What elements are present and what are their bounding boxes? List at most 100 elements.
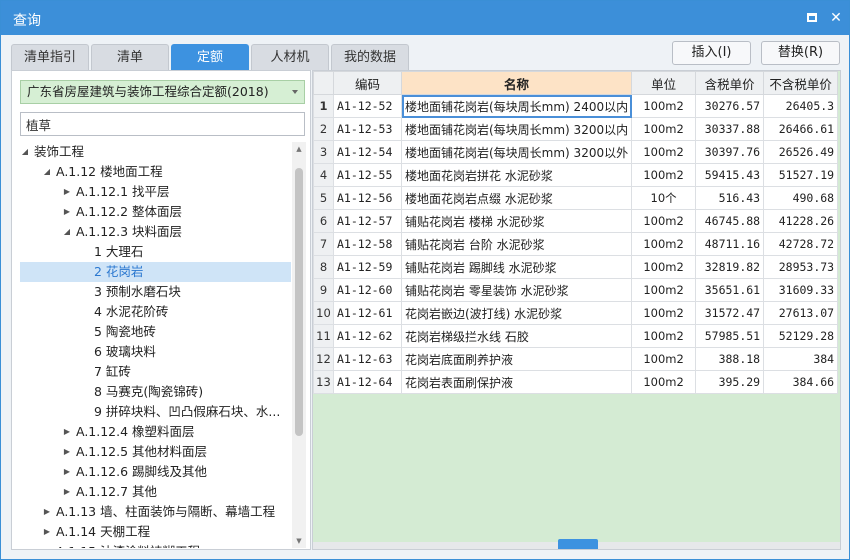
tree-item[interactable]: 2 花岗岩 [20,262,291,282]
tree-item[interactable]: ▶ A.1.12.5 其他材料面层 [20,442,291,462]
notax-price-cell[interactable]: 384.66 [763,370,839,394]
name-cell[interactable]: 铺贴花岗岩 零星装饰 水泥砂浆 [400,278,633,302]
column-header-tax-price[interactable]: 含税单价 [695,71,765,95]
column-header-name[interactable]: 名称 [400,71,633,95]
tree-item[interactable]: 6 玻璃块料 [20,342,291,362]
tree-item[interactable]: ◢ 装饰工程 [20,142,291,162]
tax-price-cell[interactable]: 35651.61 [695,278,765,302]
code-cell[interactable]: A1-12-53 [333,117,402,141]
tab-bill[interactable]: 清单 [91,44,169,70]
column-header-notax-price[interactable]: 不含税单价 [763,71,839,95]
notax-price-cell[interactable]: 42728.72 [763,232,839,256]
row-number[interactable]: 11 [313,324,334,348]
tree-item[interactable]: ▶ A.1.12.2 整体面层 [20,202,291,222]
table-row[interactable]: 5 A1-12-56 楼地面花岗岩点缀 水泥砂浆 10个 516.43 490.68 [313,186,839,210]
tree-item[interactable]: 8 马赛克(陶瓷锦砖) [20,382,291,402]
code-cell[interactable]: A1-12-61 [333,301,402,325]
table-row[interactable]: 1 A1-12-52 楼地面铺花岗岩(每块周长mm) 2400以内 100m2 3027… [313,94,839,118]
notax-price-cell[interactable]: 26466.61 [763,117,839,141]
name-cell[interactable]: 花岗岩嵌边(波打线) 水泥砂浆 [400,301,633,325]
unit-cell[interactable]: 100m2 [631,232,697,256]
expanded-triangle-icon[interactable]: ◢ [20,142,30,162]
tree-item[interactable]: 7 缸砖 [20,362,291,382]
name-cell[interactable]: 楼地面花岗岩点缀 水泥砂浆 [400,186,633,210]
notax-price-cell[interactable]: 51527.19 [763,163,839,187]
tax-price-cell[interactable]: 59415.43 [695,163,765,187]
splitter-handle[interactable] [558,539,598,549]
code-cell[interactable]: A1-12-56 [333,186,402,210]
name-cell[interactable]: 花岗岩表面刷保护液 [400,370,633,394]
code-cell[interactable]: A1-12-52 [333,94,402,118]
tree-item[interactable]: ▶ A.1.12.1 找平层 [20,182,291,202]
tree-item[interactable]: 9 拼碎块料、凹凸假麻石块、水... [20,402,291,422]
name-cell[interactable]: 楼地面铺花岗岩(每块周长mm) 3200以内 [400,117,633,141]
tree-item[interactable]: ▶ A.1.12.6 踢脚线及其他 [20,462,291,482]
row-number[interactable]: 9 [313,278,334,302]
row-number[interactable]: 1 [313,94,334,118]
code-cell[interactable]: A1-12-54 [333,140,402,164]
expanded-triangle-icon[interactable]: ◢ [42,162,52,182]
code-cell[interactable]: A1-12-60 [333,278,402,302]
tree-item[interactable]: ▶ A.1.12.7 其他 [20,482,291,502]
table-row[interactable]: 13 A1-12-64 花岗岩表面刷保护液 100m2 395.29 384.66 [313,370,839,394]
table-row[interactable]: 2 A1-12-53 楼地面铺花岗岩(每块周长mm) 3200以内 100m2 3033… [313,117,839,141]
row-number[interactable]: 8 [313,255,334,279]
tree-scrollbar[interactable]: ▲ ▼ [292,142,306,548]
search-input[interactable] [20,112,305,136]
name-cell[interactable]: 楼地面花岗岩拼花 水泥砂浆 [400,163,633,187]
close-button[interactable]: ✕ [827,9,845,27]
grid-horizontal-scrollbar[interactable] [313,539,840,549]
library-select[interactable]: 广东省房屋建筑与装饰工程综合定额(2018) [20,80,305,104]
notax-price-cell[interactable]: 384 [763,347,839,371]
tab-quota[interactable]: 定额 [171,44,249,70]
name-cell[interactable]: 铺贴花岗岩 台阶 水泥砂浆 [400,232,633,256]
tax-price-cell[interactable]: 31572.47 [695,301,765,325]
tree-item[interactable]: ▶ A.1.12.4 橡塑料面层 [20,422,291,442]
tree-item[interactable]: ▶ A.1.13 墙、柱面装饰与隔断、幕墙工程 [20,502,291,522]
name-cell[interactable]: 花岗岩底面刷养护液 [400,347,633,371]
scroll-down-icon[interactable]: ▼ [292,534,306,548]
table-row[interactable]: 8 A1-12-59 铺贴花岗岩 踢脚线 水泥砂浆 100m2 32819.82 2895… [313,255,839,279]
replace-button[interactable]: 替换(R) [761,41,840,65]
code-cell[interactable]: A1-12-59 [333,255,402,279]
notax-price-cell[interactable]: 52129.28 [763,324,839,348]
name-cell[interactable]: 花岗岩梯级拦水线 石胶 [400,324,633,348]
tab-bill-guide[interactable]: 清单指引 [11,44,89,70]
unit-cell[interactable]: 10个 [631,186,697,210]
table-row[interactable]: 9 A1-12-60 铺贴花岗岩 零星装饰 水泥砂浆 100m2 35651.61 316… [313,278,839,302]
unit-cell[interactable]: 100m2 [631,278,697,302]
unit-cell[interactable]: 100m2 [631,209,697,233]
unit-cell[interactable]: 100m2 [631,255,697,279]
code-cell[interactable]: A1-12-62 [333,324,402,348]
unit-cell[interactable]: 100m2 [631,117,697,141]
scrollbar-thumb[interactable] [295,168,303,436]
collapsed-triangle-icon[interactable]: ▶ [42,502,52,522]
code-cell[interactable]: A1-12-55 [333,163,402,187]
row-number[interactable]: 2 [313,117,334,141]
tree-item[interactable]: ▶ A.1.14 天棚工程 [20,522,291,542]
unit-cell[interactable]: 100m2 [631,301,697,325]
tax-price-cell[interactable]: 30337.88 [695,117,765,141]
table-row[interactable]: 11 A1-12-62 花岗岩梯级拦水线 石胶 100m2 57985.51 52129.… [313,324,839,348]
row-number[interactable]: 4 [313,163,334,187]
unit-cell[interactable]: 100m2 [631,163,697,187]
code-cell[interactable]: A1-12-64 [333,370,402,394]
notax-price-cell[interactable]: 26526.49 [763,140,839,164]
code-cell[interactable]: A1-12-57 [333,209,402,233]
table-row[interactable]: 7 A1-12-58 铺贴花岗岩 台阶 水泥砂浆 100m2 48711.16 42728… [313,232,839,256]
tree-item[interactable]: 1 大理石 [20,242,291,262]
tree-item[interactable]: 3 预制水磨石块 [20,282,291,302]
row-number[interactable]: 13 [313,370,334,394]
table-row[interactable]: 4 A1-12-55 楼地面花岗岩拼花 水泥砂浆 100m2 59415.43 51527… [313,163,839,187]
code-cell[interactable]: A1-12-58 [333,232,402,256]
notax-price-cell[interactable]: 41228.26 [763,209,839,233]
notax-price-cell[interactable]: 31609.33 [763,278,839,302]
tab-my-data[interactable]: 我的数据 [331,44,409,70]
collapsed-triangle-icon[interactable]: ▶ [62,482,72,502]
collapsed-triangle-icon[interactable]: ▶ [62,462,72,482]
notax-price-cell[interactable]: 490.68 [763,186,839,210]
collapsed-triangle-icon[interactable]: ▶ [62,202,72,222]
notax-price-cell[interactable]: 28953.73 [763,255,839,279]
collapsed-triangle-icon[interactable]: ▶ [42,542,52,548]
tax-price-cell[interactable]: 516.43 [695,186,765,210]
